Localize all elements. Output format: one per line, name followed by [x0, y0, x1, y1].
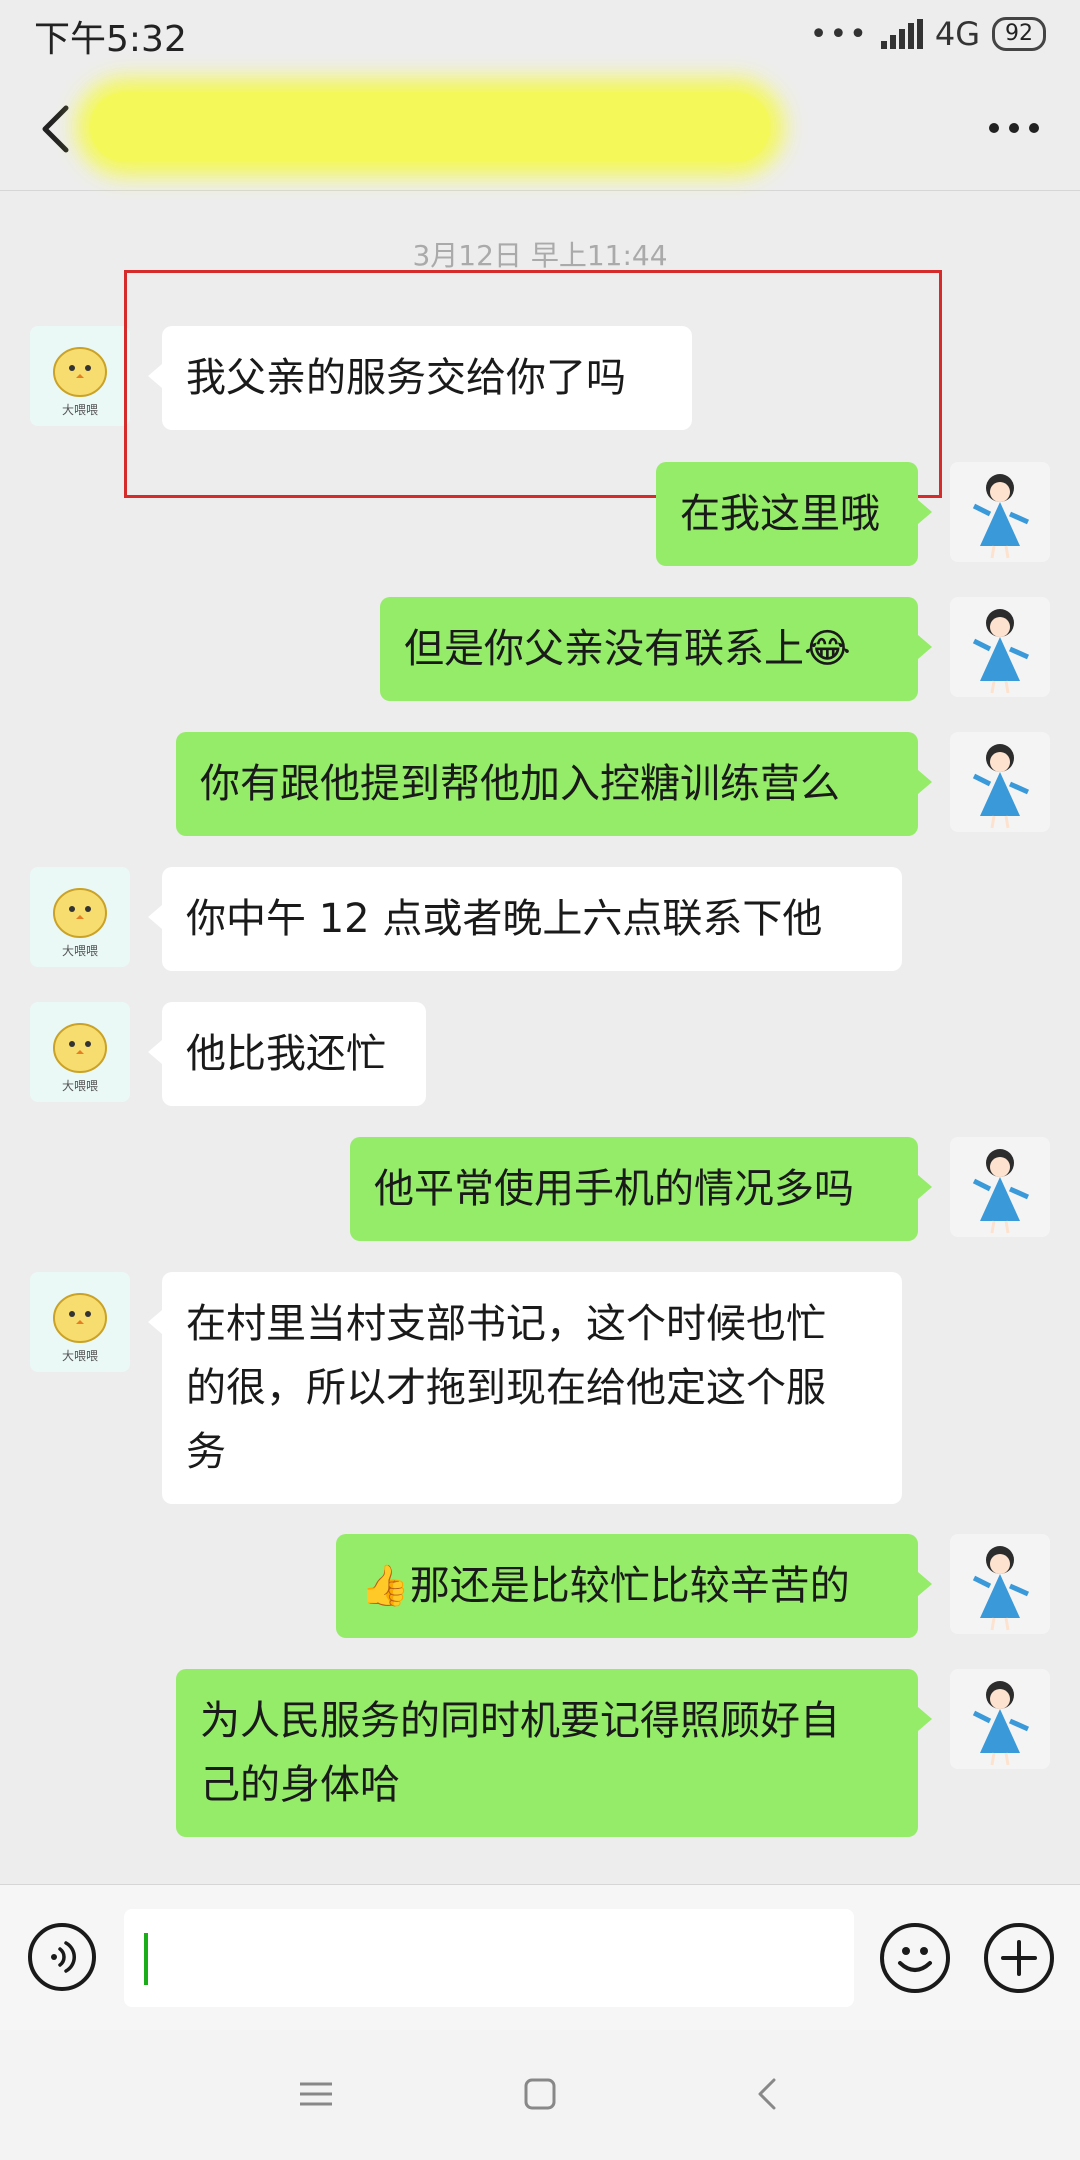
message-text: 他比我还忙 — [186, 1031, 386, 1077]
my-avatar[interactable] — [950, 462, 1050, 562]
bubble-tail — [148, 1040, 162, 1064]
chick-avatar-icon: 大喂喂 — [53, 888, 107, 958]
home-button[interactable] — [520, 2074, 560, 2114]
notification-dots-icon: ••• — [809, 16, 869, 52]
message-bubble[interactable]: 在我这里哦 — [656, 462, 918, 566]
my-avatar[interactable] — [950, 1669, 1050, 1769]
girl-avatar-icon — [972, 744, 1030, 829]
message-bubble[interactable]: 在村里当村支部书记，这个时候也忙 的很，所以才拖到现在给他定这个服 务 — [162, 1272, 902, 1504]
svg-text:大喂喂: 大喂喂 — [62, 1349, 98, 1363]
nav-back-icon — [758, 2078, 776, 2110]
emoji-button[interactable] — [880, 1923, 950, 1993]
message-text-line: 务 — [186, 1429, 226, 1475]
chick-avatar-icon: 大喂喂 — [53, 347, 107, 417]
contact-avatar[interactable]: 大喂喂 — [30, 1272, 130, 1372]
menu-button[interactable] — [296, 2074, 336, 2114]
thumbs-up-emoji: 👍 — [360, 1563, 410, 1609]
my-avatar[interactable] — [950, 1534, 1050, 1634]
bubble-tail — [918, 1175, 932, 1199]
message-timestamp: 3月12日 早上11:44 — [412, 239, 668, 272]
status-icons: ••• 4G 92 — [810, 12, 1046, 56]
bubble-tail — [918, 1572, 932, 1596]
bubble-tail — [148, 1310, 162, 1334]
status-bar: 下午5:32 ••• 4G 92 — [0, 0, 1080, 68]
contact-avatar[interactable]: 大喂喂 — [30, 326, 130, 426]
chick-avatar-icon: 大喂喂 — [53, 1023, 107, 1093]
svg-text:大喂喂: 大喂喂 — [62, 1079, 98, 1093]
bubble-tail — [918, 770, 932, 794]
voice-button[interactable] — [28, 1923, 96, 1991]
contact-avatar[interactable]: 大喂喂 — [30, 1002, 130, 1102]
message-bubble[interactable]: 为人民服务的同时机要记得照顾好自 己的身体哈 — [176, 1669, 918, 1837]
system-back-button[interactable] — [748, 2074, 788, 2114]
message-text: 那还是比较忙比较辛苦的 — [409, 1563, 850, 1609]
girl-avatar-icon — [972, 609, 1030, 694]
laughing-crying-emoji: 😂 — [804, 626, 851, 672]
more-button[interactable] — [984, 108, 1044, 148]
svg-text:大喂喂: 大喂喂 — [62, 403, 98, 417]
chat-title-redacted — [90, 92, 770, 162]
bubble-tail — [148, 905, 162, 929]
text-caret — [144, 1933, 148, 1985]
voice-icon — [51, 1941, 76, 1973]
girl-avatar-icon — [972, 474, 1030, 559]
message-text: 在我这里哦 — [680, 491, 880, 537]
back-button[interactable] — [28, 102, 82, 156]
home-icon — [524, 2078, 556, 2110]
my-avatar[interactable] — [950, 1137, 1050, 1237]
system-navigation-bar — [0, 2030, 1080, 2160]
smiley-icon — [898, 1947, 932, 1972]
bubble-tail — [918, 500, 932, 524]
my-avatar[interactable] — [950, 732, 1050, 832]
bubble-tail — [918, 1707, 932, 1731]
input-bar — [0, 1884, 1080, 2031]
network-type: 4G — [934, 15, 980, 53]
message-bubble[interactable]: 他平常使用手机的情况多吗 — [350, 1137, 918, 1241]
plus-button[interactable] — [984, 1923, 1054, 1993]
message-text: 你中午 12 点或者晚上六点联系下他 — [186, 896, 823, 942]
signal-icon — [880, 19, 923, 49]
message-bubble[interactable]: 你有跟他提到帮他加入控糖训练营么 — [176, 732, 918, 836]
more-dots-icon — [989, 123, 1039, 133]
message-text: 但是你父亲没有联系上 — [404, 626, 804, 672]
message-bubble[interactable]: 他比我还忙 — [162, 1002, 426, 1106]
message-text-line: 己的身体哈 — [200, 1762, 400, 1808]
message-bubble[interactable]: 👍那还是比较忙比较辛苦的 — [336, 1534, 918, 1638]
chick-avatar-icon: 大喂喂 — [53, 1293, 107, 1363]
battery-icon: 92 — [992, 17, 1046, 51]
message-text-line: 为人民服务的同时机要记得照顾好自 — [200, 1698, 840, 1744]
svg-text:大喂喂: 大喂喂 — [62, 944, 98, 958]
message-text-line: 在村里当村支部书记，这个时候也忙 — [186, 1301, 826, 1347]
my-avatar[interactable] — [950, 597, 1050, 697]
message-text: 他平常使用手机的情况多吗 — [374, 1166, 854, 1212]
message-bubble[interactable]: 但是你父亲没有联系上😂 — [380, 597, 918, 701]
status-time: 下午5:32 — [34, 19, 187, 60]
girl-avatar-icon — [972, 1681, 1030, 1766]
message-text-line: 的很，所以才拖到现在给他定这个服 — [186, 1365, 826, 1411]
plus-icon — [1001, 1940, 1037, 1976]
back-arrow-icon — [42, 105, 69, 153]
message-bubble[interactable]: 你中午 12 点或者晚上六点联系下他 — [162, 867, 902, 971]
contact-avatar[interactable]: 大喂喂 — [30, 867, 130, 967]
girl-avatar-icon — [972, 1149, 1030, 1234]
chat-header — [0, 68, 1080, 191]
menu-icon — [300, 2082, 332, 2106]
message-text: 你有跟他提到帮他加入控糖训练营么 — [200, 761, 840, 807]
girl-avatar-icon — [972, 1546, 1030, 1631]
message-input[interactable] — [124, 1909, 854, 2007]
bubble-tail — [918, 635, 932, 659]
